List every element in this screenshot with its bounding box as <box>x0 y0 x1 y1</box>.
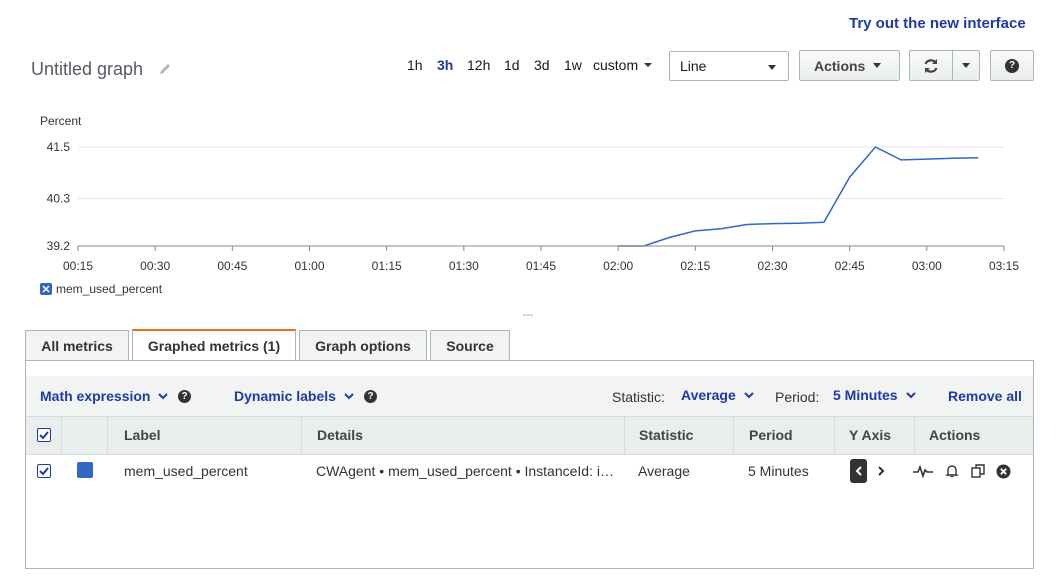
column-divider <box>834 417 835 454</box>
x-tick-label: 01:45 <box>526 259 556 273</box>
graph-metric-icon[interactable] <box>912 464 934 478</box>
actions-label: Actions <box>814 57 866 74</box>
x-tick-label: 02:30 <box>757 259 787 273</box>
remove-icon[interactable] <box>996 464 1011 479</box>
dynamic-labels-help-icon[interactable]: ? <box>364 390 377 403</box>
y-tick-label: 40.3 <box>47 192 71 206</box>
x-tick-label: 01:30 <box>449 259 479 273</box>
column-divider <box>61 417 62 454</box>
chevron-down-icon <box>744 392 754 399</box>
duplicate-icon[interactable] <box>970 463 986 479</box>
x-tick-label: 03:00 <box>912 259 942 273</box>
y-axis-right-button[interactable] <box>872 459 889 483</box>
range-3h[interactable]: 3h <box>437 57 453 73</box>
new-interface-link[interactable]: Try out the new interface <box>849 15 1026 32</box>
range-1d[interactable]: 1d <box>504 57 520 73</box>
line-chart: Percent 41.5 40.3 39.2 00:15 00:30 00:45 01:0… <box>40 114 1019 273</box>
math-expression-dropdown[interactable]: Math expression <box>40 388 169 404</box>
y-axis-label: Percent <box>40 114 82 128</box>
chevron-left-icon <box>855 466 862 476</box>
statistic-value: Average <box>681 387 736 403</box>
period-label: Period: <box>775 389 820 405</box>
help-icon: ? <box>1005 58 1019 73</box>
dynamic-labels-dropdown[interactable]: Dynamic labels <box>234 388 354 404</box>
column-divider <box>301 417 302 454</box>
remove-all-link[interactable]: Remove all <box>948 388 1022 404</box>
row-checkbox[interactable] <box>37 464 51 478</box>
column-divider <box>914 417 915 454</box>
chevron-right-icon <box>877 466 884 476</box>
column-header-details[interactable]: Details <box>317 427 363 443</box>
actions-button[interactable]: Actions <box>799 50 900 81</box>
graph-title: Untitled graph <box>31 59 144 79</box>
refresh-icon <box>924 58 938 73</box>
statistic-label: Statistic: <box>612 389 665 405</box>
column-header-actions[interactable]: Actions <box>929 427 980 443</box>
x-tick-label: 00:15 <box>63 259 93 273</box>
tab-source[interactable]: Source <box>430 330 510 361</box>
bell-icon[interactable] <box>944 463 960 479</box>
refresh-options-button[interactable] <box>952 50 980 81</box>
range-custom-label: custom <box>593 57 639 73</box>
x-tick-label: 02:45 <box>835 259 865 273</box>
check-icon <box>39 431 49 440</box>
chevron-down-icon <box>768 65 776 70</box>
range-1h[interactable]: 1h <box>407 57 423 73</box>
legend-item[interactable]: mem_used_percent <box>40 282 162 296</box>
x-tick-label: 00:45 <box>217 259 247 273</box>
legend-label: mem_used_percent <box>56 282 163 296</box>
y-tick-label: 39.2 <box>47 239 71 253</box>
check-icon <box>39 467 49 476</box>
math-help-icon[interactable]: ? <box>178 390 191 403</box>
math-expression-label: Math expression <box>40 388 151 404</box>
x-tick-label: 03:15 <box>989 259 1019 273</box>
series-line-mem-used-percent <box>618 146 979 247</box>
row-statistic[interactable]: Average <box>638 463 690 479</box>
help-button[interactable]: ? <box>990 50 1034 81</box>
select-all-checkbox[interactable] <box>37 428 51 442</box>
period-value: 5 Minutes <box>833 387 898 403</box>
x-tick-label: 02:00 <box>603 259 633 273</box>
column-header-period[interactable]: Period <box>749 427 793 443</box>
refresh-button[interactable] <box>909 50 953 81</box>
color-swatch[interactable] <box>77 462 93 478</box>
column-header-label[interactable]: Label <box>124 427 161 443</box>
column-header-y-axis[interactable]: Y Axis <box>849 427 891 443</box>
chevron-down-icon <box>962 63 970 68</box>
pencil-icon[interactable] <box>158 62 172 81</box>
view-type-select[interactable]: Line <box>669 51 789 81</box>
range-3d[interactable]: 3d <box>534 57 550 73</box>
column-divider <box>107 417 108 454</box>
column-divider <box>624 417 625 454</box>
x-tick-label: 00:30 <box>140 259 170 273</box>
column-divider <box>733 417 734 454</box>
row-period[interactable]: 5 Minutes <box>748 463 809 479</box>
tab-graph-options[interactable]: Graph options <box>299 330 427 361</box>
range-1w[interactable]: 1w <box>564 57 582 73</box>
x-tick-label: 01:15 <box>372 259 402 273</box>
chevron-down-icon <box>644 63 653 67</box>
view-type-value: Line <box>680 58 707 74</box>
chevron-down-icon <box>905 392 916 399</box>
resize-handle[interactable]: --- <box>523 310 533 321</box>
chevron-down-icon <box>873 63 882 68</box>
row-label[interactable]: mem_used_percent <box>124 463 248 479</box>
tab-all-metrics[interactable]: All metrics <box>25 330 129 361</box>
x-tick-label: 02:15 <box>680 259 710 273</box>
chevron-down-icon <box>158 393 169 400</box>
y-axis-left-button[interactable] <box>850 459 867 483</box>
range-12h[interactable]: 12h <box>467 57 490 73</box>
column-header-statistic[interactable]: Statistic <box>639 427 693 443</box>
range-custom[interactable]: custom <box>593 57 653 73</box>
period-dropdown[interactable]: 5 Minutes <box>833 387 916 403</box>
dynamic-labels-label: Dynamic labels <box>234 388 336 404</box>
y-tick-label: 41.5 <box>47 140 71 154</box>
tab-graphed-metrics[interactable]: Graphed metrics (1) <box>132 329 296 361</box>
chevron-down-icon <box>344 393 354 400</box>
x-tick-label: 01:00 <box>294 259 324 273</box>
row-details: CWAgent • mem_used_percent • InstanceId:… <box>316 463 614 479</box>
statistic-dropdown[interactable]: Average <box>681 387 754 403</box>
legend-close-icon[interactable] <box>40 283 52 295</box>
